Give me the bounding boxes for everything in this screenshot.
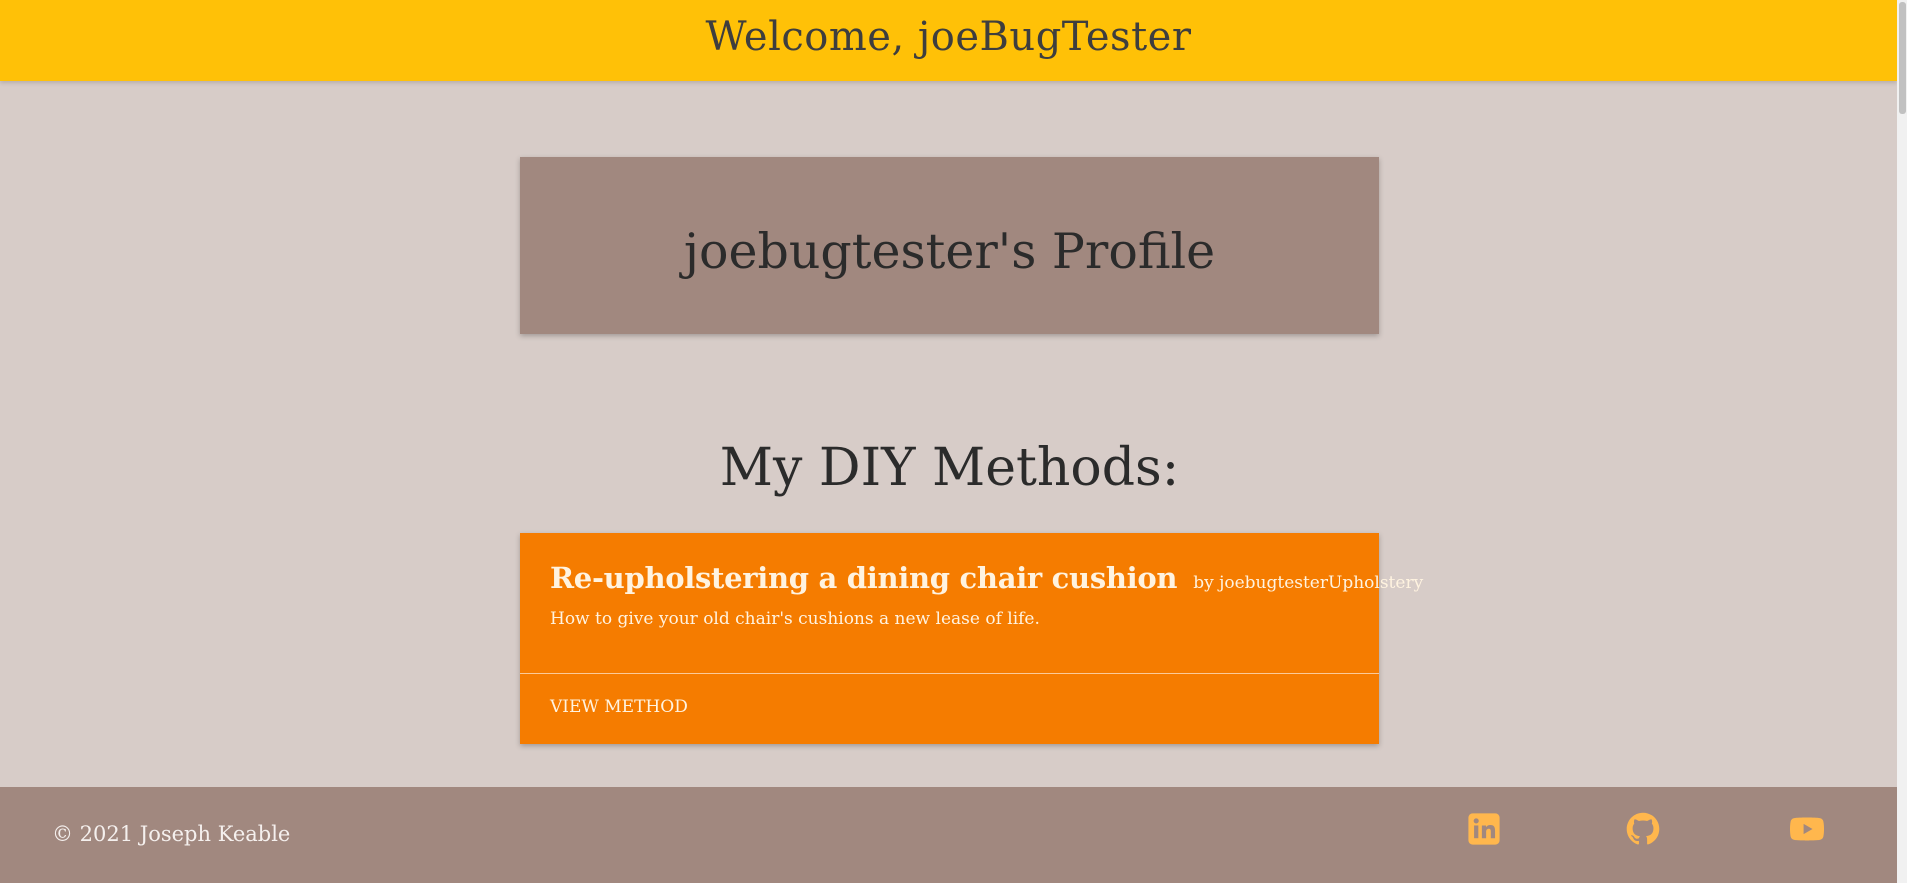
- welcome-title: Welcome, joeBugTester: [705, 14, 1192, 60]
- method-author: by joebugtester: [1193, 573, 1328, 593]
- top-navbar: Welcome, joeBugTester: [0, 0, 1897, 81]
- github-icon[interactable]: [1626, 812, 1660, 846]
- vertical-scrollbar[interactable]: [1897, 0, 1907, 883]
- linkedin-icon[interactable]: [1467, 812, 1501, 846]
- method-category: Upholstery: [1328, 573, 1424, 593]
- method-card-content: Re-upholstering a dining chair cushion b…: [550, 561, 1423, 629]
- method-title: Re-upholstering a dining chair cushion: [550, 561, 1178, 595]
- method-title-row: Re-upholstering a dining chair cushion b…: [550, 561, 1423, 595]
- method-card: Re-upholstering a dining chair cushion b…: [520, 533, 1423, 744]
- footer: © 2021 Joseph Keable: [0, 787, 1897, 883]
- footer-copyright: © 2021 Joseph Keable: [52, 822, 291, 846]
- profile-card: joebugtester's Profile: [520, 157, 1379, 334]
- method-card-divider: [520, 673, 1379, 674]
- view-method-link[interactable]: VIEW METHOD: [550, 697, 688, 717]
- page: Welcome, joeBugTester joebugtester's Pro…: [0, 0, 1897, 883]
- method-description: How to give your old chair's cushions a …: [550, 609, 1040, 629]
- profile-title: joebugtester's Profile: [683, 223, 1216, 280]
- youtube-icon[interactable]: [1789, 812, 1825, 846]
- methods-section-heading: My DIY Methods:: [719, 438, 1180, 498]
- scrollbar-thumb[interactable]: [1899, 2, 1906, 114]
